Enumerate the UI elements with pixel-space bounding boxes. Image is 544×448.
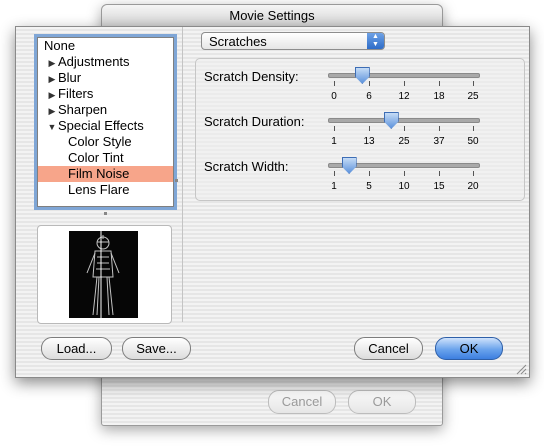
- list-item-label: Color Style: [68, 134, 132, 149]
- list-item-label: None: [44, 38, 76, 53]
- scratch-duration-ticks: [334, 126, 474, 131]
- tick-label: 5: [366, 181, 372, 192]
- load-button[interactable]: Load...: [41, 337, 112, 360]
- list-item-label: Filters: [58, 86, 94, 101]
- filter-sheet: None ▶ Adjustments ▶ Blur ▶ Filters ▶ Sharpe…: [15, 26, 530, 378]
- list-item-label: Lens Flare: [68, 182, 130, 197]
- list-item[interactable]: ▶ Blur: [38, 70, 173, 86]
- tick-label: 25: [398, 136, 410, 147]
- back-ok-button: OK: [348, 390, 416, 414]
- scratch-density-label: Scratch Density:: [204, 69, 299, 84]
- resize-grip-icon[interactable]: [516, 364, 527, 375]
- disclosure-right-icon[interactable]: ▶: [46, 55, 58, 71]
- scratch-duration-label: Scratch Duration:: [204, 114, 305, 129]
- list-item-label: Sharpen: [58, 102, 108, 117]
- tick-label: 50: [467, 136, 479, 147]
- popup-arrows-icon: ▲ ▼: [367, 33, 384, 49]
- split-marker: [104, 212, 107, 215]
- tick-label: 6: [366, 91, 372, 102]
- list-item[interactable]: ▼ Special Effects: [38, 118, 173, 134]
- list-item-label: Color Tint: [68, 150, 124, 165]
- tick-label: 10: [398, 181, 410, 192]
- preview-frame: [37, 225, 172, 324]
- tick-label: 15: [433, 181, 445, 192]
- list-item[interactable]: ▶ Sharpen: [38, 102, 173, 118]
- effect-popup-value: Scratches: [209, 34, 267, 49]
- list-item[interactable]: Color Style: [38, 134, 173, 150]
- save-button[interactable]: Save...: [122, 337, 191, 360]
- effect-popup-menu[interactable]: Scratches ▲ ▼: [201, 32, 385, 50]
- preview-image: [69, 231, 138, 318]
- effect-settings-panel: Scratches ▲ ▼ Scratch Density: 0 6 12 18 …: [182, 27, 530, 322]
- tick-label: 12: [398, 91, 410, 102]
- list-item[interactable]: Color Tint: [38, 150, 173, 166]
- back-cancel-button: Cancel: [268, 390, 336, 414]
- disclosure-right-icon[interactable]: ▶: [46, 103, 58, 119]
- list-item-selected[interactable]: Film Noise: [38, 166, 173, 182]
- tick-label: 18: [433, 91, 445, 102]
- list-item-label: Film Noise: [68, 166, 130, 181]
- slider-group: Scratch Density: 0 6 12 18 25 Scratch Du…: [195, 58, 525, 201]
- tick-label: 25: [467, 91, 479, 102]
- scratch-duration-track[interactable]: [328, 118, 480, 123]
- disclosure-right-icon[interactable]: ▶: [46, 87, 58, 103]
- tick-label: 1: [331, 136, 337, 147]
- tick-label: 0: [331, 91, 337, 102]
- split-marker: [175, 179, 178, 182]
- tick-label: 13: [363, 136, 375, 147]
- list-item[interactable]: Lens Flare: [38, 182, 173, 198]
- scratch-density-track[interactable]: [328, 73, 480, 78]
- filter-list[interactable]: None ▶ Adjustments ▶ Blur ▶ Filters ▶ Sharpe…: [37, 37, 174, 207]
- ok-button[interactable]: OK: [435, 337, 503, 360]
- scratch-width-ticks: [334, 171, 474, 176]
- tick-label: 20: [467, 181, 479, 192]
- list-item-label: Adjustments: [58, 54, 130, 69]
- window-title: Movie Settings: [102, 5, 442, 28]
- list-item[interactable]: None: [38, 38, 173, 54]
- tick-label: 1: [331, 181, 337, 192]
- list-item-label: Blur: [58, 70, 82, 85]
- list-item[interactable]: ▶ Adjustments: [38, 54, 173, 70]
- list-item[interactable]: ▶ Filters: [38, 86, 173, 102]
- tick-label: 37: [433, 136, 445, 147]
- list-item-label: Special Effects: [58, 118, 144, 133]
- disclosure-right-icon[interactable]: ▶: [46, 71, 58, 87]
- cancel-button[interactable]: Cancel: [354, 337, 423, 360]
- disclosure-down-icon[interactable]: ▼: [46, 119, 58, 135]
- scratch-density-ticks: [334, 81, 474, 86]
- scratch-width-label: Scratch Width:: [204, 159, 289, 174]
